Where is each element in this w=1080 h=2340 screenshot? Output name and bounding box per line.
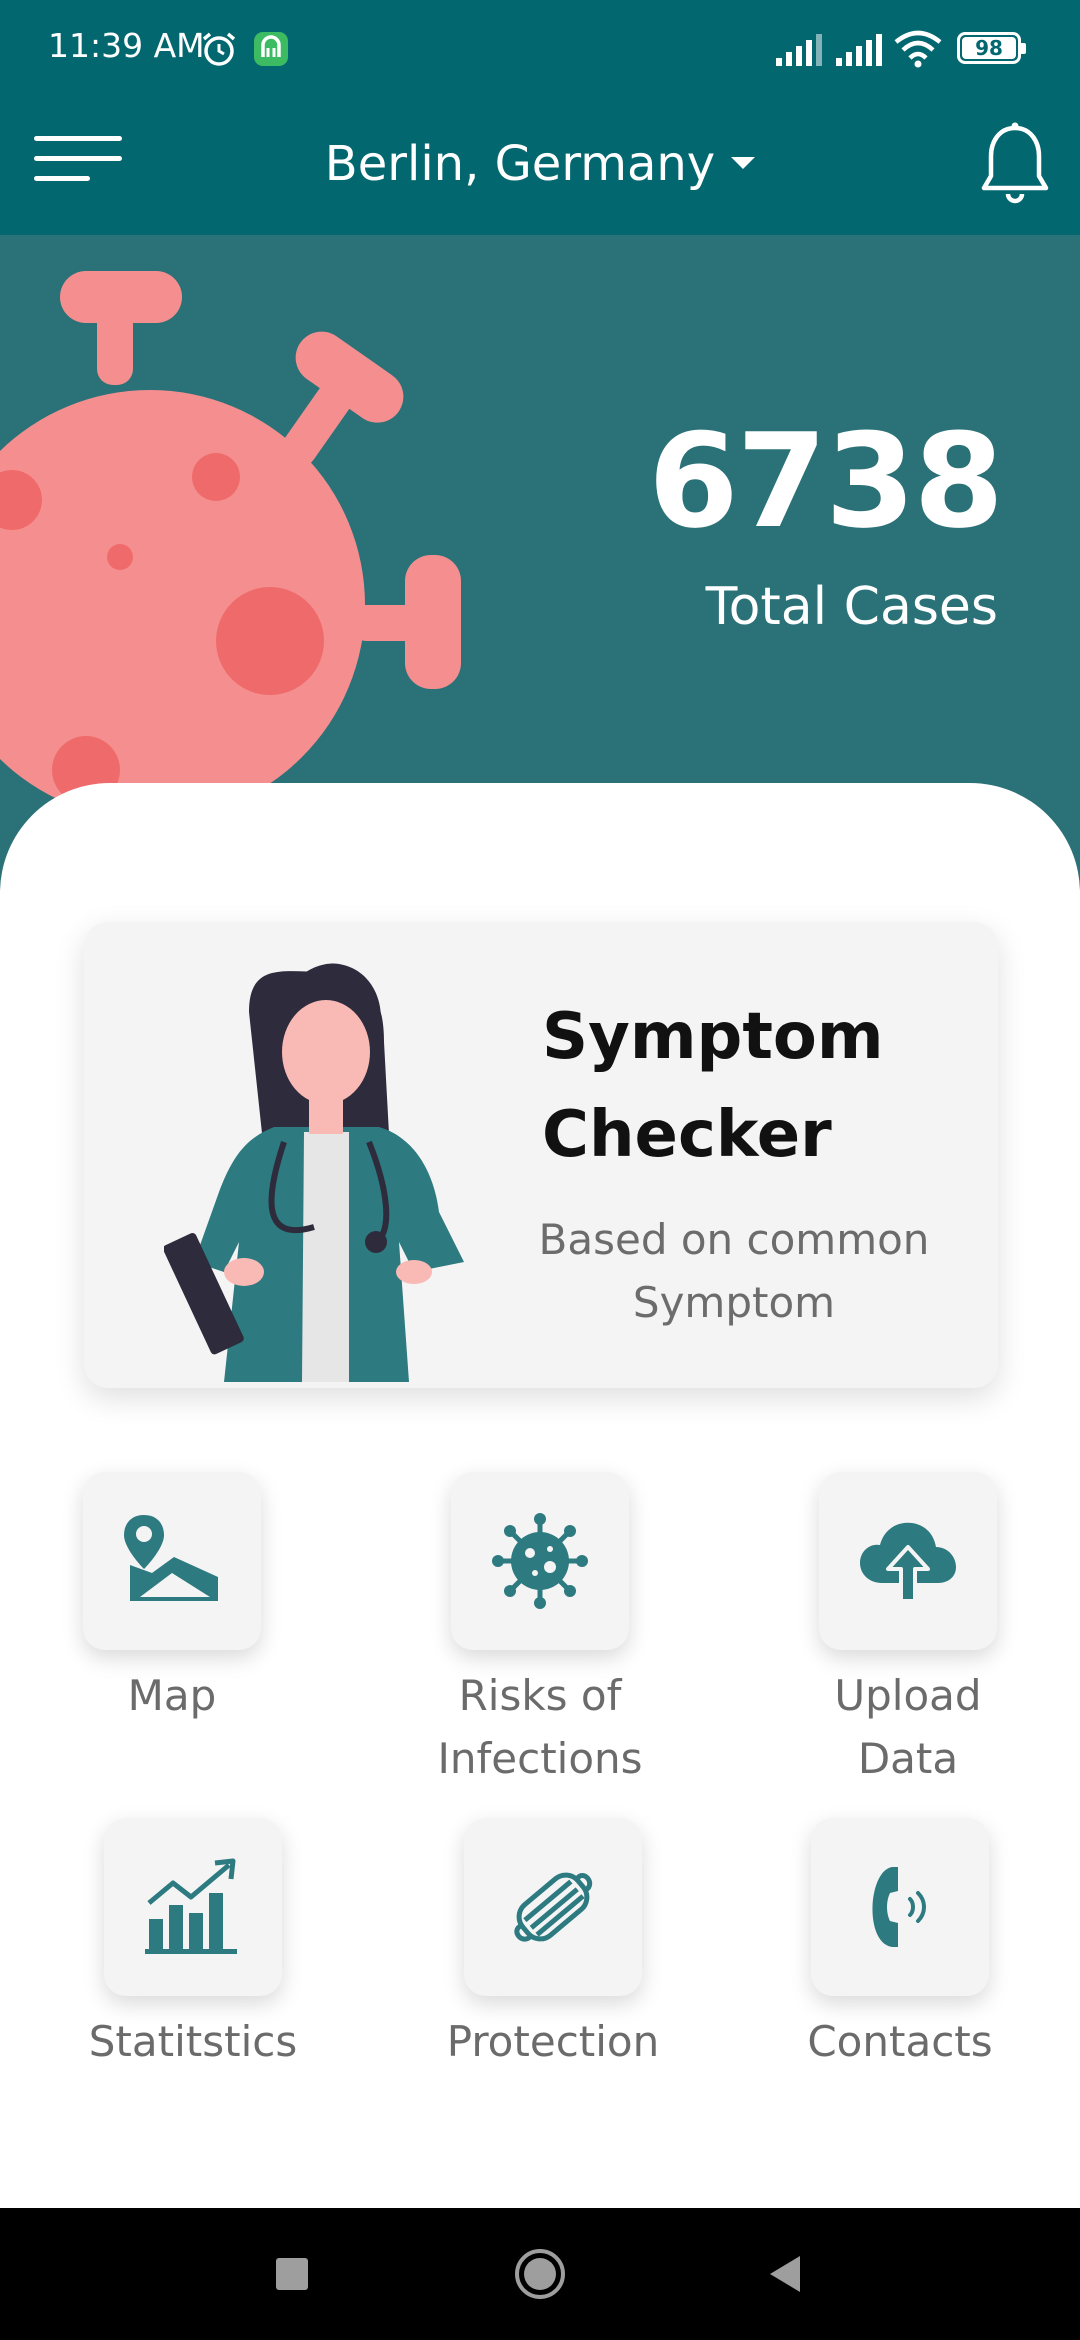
signal-icon: [836, 34, 882, 66]
label-line-1: Map: [127, 1671, 217, 1720]
contacts-tile-button[interactable]: [811, 1818, 989, 1996]
location-label: Berlin, Germany: [324, 136, 716, 192]
upload-tile-button[interactable]: [819, 1472, 997, 1650]
location-dropdown[interactable]: Berlin, Germany: [324, 124, 756, 204]
label-line-1: Upload: [834, 1671, 982, 1720]
mask-icon: [514, 1872, 593, 1942]
wifi-icon: [894, 30, 942, 68]
tile-label: Contacts: [750, 2010, 1050, 2073]
signal-icon: [776, 34, 822, 66]
subtitle-line-2: Symptom: [632, 1278, 836, 1327]
symptom-checker-subtitle: Based on common Symptom: [524, 1208, 944, 1334]
label-line-2: Data: [857, 1734, 959, 1783]
system-nav-bar: [0, 2208, 1080, 2340]
back-triangle-icon[interactable]: [756, 2244, 816, 2304]
tile-upload-data[interactable]: Upload Data: [758, 1472, 1058, 1790]
status-time: 11:39 AM: [48, 26, 205, 65]
alarm-icon: [202, 32, 236, 66]
subtitle-line-1: Based on common: [538, 1215, 930, 1264]
tile-label: Statitstics: [43, 2010, 343, 2073]
cloud-upload-icon: [860, 1522, 956, 1603]
app-notification-icon: [254, 32, 288, 66]
bell-icon[interactable]: [975, 120, 1055, 210]
label-line-1: Contacts: [807, 2017, 993, 2066]
title-line-1: Symptom: [542, 1000, 884, 1074]
phone-icon: [872, 1867, 926, 1947]
label-line-1: Statitstics: [88, 2017, 298, 2066]
map-tile-button[interactable]: [83, 1472, 261, 1650]
home-circle-icon[interactable]: [510, 2244, 570, 2304]
statistics-tile-button[interactable]: [104, 1818, 282, 1996]
label-line-2: Infections: [437, 1734, 643, 1783]
protection-tile-button[interactable]: [464, 1818, 642, 1996]
tile-contacts[interactable]: Contacts: [750, 1818, 1050, 2073]
tile-label: Risks of Infections: [390, 1664, 690, 1790]
status-bar: 11:39 AM 98: [0, 0, 1080, 100]
risks-tile-button[interactable]: [451, 1472, 629, 1650]
chart-icon: [145, 1858, 237, 1954]
total-cases-value: 6738: [648, 405, 1004, 557]
tile-label: Protection: [403, 2010, 703, 2073]
recents-square-icon[interactable]: [262, 2244, 322, 2304]
app-bar: Berlin, Germany: [0, 100, 1080, 235]
tile-statistics[interactable]: Statitstics: [43, 1818, 343, 2073]
location-selector: Berlin, Germany: [0, 124, 1080, 204]
doctor-illustration: [164, 963, 464, 1382]
battery-level: 98: [975, 36, 1003, 60]
symptom-checker-title: Symptom Checker: [542, 988, 962, 1184]
map-pin-icon: [124, 1515, 218, 1601]
tile-label: Upload Data: [758, 1664, 1058, 1790]
tile-protection[interactable]: Protection: [403, 1818, 703, 2073]
tile-risks-of-infections[interactable]: Risks of Infections: [390, 1472, 690, 1790]
dropdown-caret-icon: [731, 157, 756, 169]
title-line-2: Checker: [542, 1098, 832, 1172]
tile-map[interactable]: Map: [22, 1472, 322, 1727]
total-cases-label: Total Cases: [705, 577, 998, 637]
label-line-1: Risks of: [458, 1671, 622, 1720]
virus-icon: [492, 1513, 588, 1609]
battery-icon: 98: [957, 32, 1026, 64]
label-line-1: Protection: [446, 2017, 660, 2066]
symptom-checker-card[interactable]: Symptom Checker Based on common Symptom: [84, 922, 998, 1388]
tile-label: Map: [22, 1664, 322, 1727]
